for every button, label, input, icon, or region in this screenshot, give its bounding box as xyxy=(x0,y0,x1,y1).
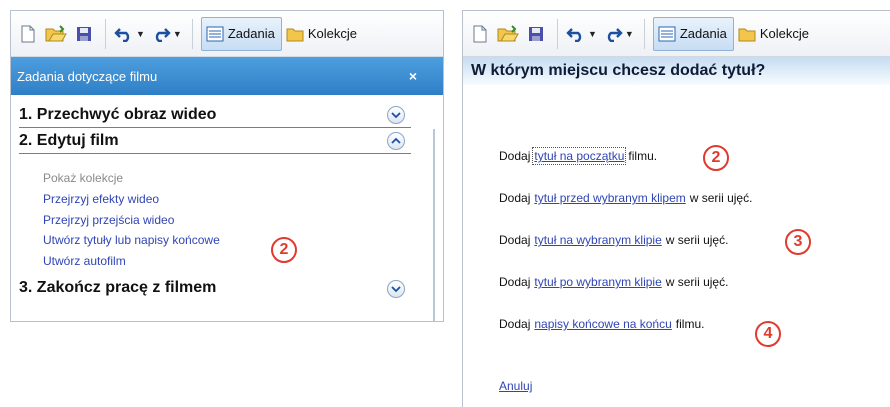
option-title-before-clip: Dodaj tytuł przed wybranym klipem w seri… xyxy=(499,191,752,233)
option-suffix: filmu. xyxy=(675,317,705,331)
task-list-icon xyxy=(658,26,676,41)
new-project-icon[interactable] xyxy=(17,19,39,49)
option-credits-at-end: Dodaj napisy końcowe na końcu filmu. xyxy=(499,317,752,359)
option-suffix: w serii ujęć. xyxy=(689,191,753,205)
undo-icon[interactable]: ▼ xyxy=(566,19,597,49)
chevron-down-icon[interactable] xyxy=(387,106,405,124)
option-suffix: w serii ujęć. xyxy=(665,275,729,289)
link-title-at-beginning[interactable]: tytuł na początku xyxy=(532,147,627,165)
task-make-automovie[interactable]: Utwórz autofilm xyxy=(43,251,443,272)
option-prefix: Dodaj xyxy=(499,149,531,163)
callout-badge: 4 xyxy=(755,321,781,347)
folder-icon xyxy=(286,28,304,41)
toolbar: ▼ ▼ Zadania Kolekcje xyxy=(11,11,443,57)
cancel-link[interactable]: Anuluj xyxy=(499,379,532,393)
option-prefix: Dodaj xyxy=(499,233,531,247)
open-project-icon[interactable] xyxy=(497,19,519,49)
redo-icon[interactable]: ▼ xyxy=(151,19,182,49)
right-panel: ▼ ▼ Zadania Kolekcje W którym miejscu ch… xyxy=(462,10,890,407)
section-title: 2. Edytuj film xyxy=(19,131,119,149)
link-title-on-clip[interactable]: tytuł na wybranym klipie xyxy=(534,233,661,247)
task-make-titles-or-credits[interactable]: Utwórz tytuły lub napisy końcowe xyxy=(43,230,443,251)
task-show-collections: Pokaż kolekcje xyxy=(43,171,124,185)
option-prefix: Dodaj xyxy=(499,275,531,289)
option-suffix: w serii ujęć. xyxy=(665,233,729,247)
collections-button-label: Kolekcje xyxy=(759,26,809,41)
link-title-after-clip[interactable]: tytuł po wybranym klipie xyxy=(534,275,661,289)
collections-button[interactable]: Kolekcje xyxy=(734,18,815,50)
task-pane-header: Zadania dotyczące filmu × xyxy=(11,57,443,95)
callout-badge: 3 xyxy=(785,229,811,255)
task-view-video-transitions[interactable]: Przejrzyj przejścia wideo xyxy=(43,210,443,231)
task-list-icon xyxy=(206,26,224,41)
save-icon[interactable] xyxy=(73,19,95,49)
toolbar-divider xyxy=(643,18,645,49)
callout-badge: 2 xyxy=(271,237,297,263)
left-panel: ▼ ▼ Zadania Kolekcje Zadania dotyczące f… xyxy=(10,10,444,322)
open-project-icon[interactable] xyxy=(45,19,67,49)
task-pane-title: Zadania dotyczące filmu xyxy=(17,68,158,84)
collections-button-label: Kolekcje xyxy=(307,26,357,41)
toolbar: ▼ ▼ Zadania Kolekcje xyxy=(463,11,890,57)
folder-icon xyxy=(738,28,756,41)
title-location-options: Dodaj tytuł na początku filmu. Dodaj tyt… xyxy=(499,147,752,359)
option-prefix: Dodaj xyxy=(499,317,531,331)
section-capture-video[interactable]: 1. Przechwyć obraz wideo xyxy=(11,102,443,127)
option-prefix: Dodaj xyxy=(499,191,531,205)
chevron-down-icon[interactable]: ▼ xyxy=(588,29,597,39)
toolbar-divider xyxy=(105,18,106,49)
task-view-video-effects[interactable]: Przejrzyj efekty wideo xyxy=(43,189,443,210)
chevron-up-icon[interactable] xyxy=(387,132,405,150)
chevron-down-icon[interactable]: ▼ xyxy=(136,29,145,39)
new-project-icon[interactable] xyxy=(469,19,491,49)
redo-icon[interactable]: ▼ xyxy=(603,19,634,49)
chevron-down-icon[interactable] xyxy=(387,279,405,298)
chevron-down-icon[interactable]: ▼ xyxy=(173,29,182,39)
toolbar-divider xyxy=(557,18,558,49)
option-title-after-clip: Dodaj tytuł po wybranym klipie w serii u… xyxy=(499,275,752,317)
toolbar-divider xyxy=(191,18,193,49)
scrollbar[interactable] xyxy=(433,129,435,321)
undo-icon[interactable]: ▼ xyxy=(114,19,145,49)
tasks-button[interactable]: Zadania xyxy=(652,16,734,51)
option-title-on-clip: Dodaj tytuł na wybranym klipie w serii u… xyxy=(499,233,752,275)
link-credits-at-end[interactable]: napisy końcowe na końcu xyxy=(534,317,671,331)
page-title: W którym miejscu chcesz dodać tytuł? xyxy=(463,57,890,85)
section-edit-movie[interactable]: 2. Edytuj film xyxy=(11,128,443,153)
callout-badge: 2 xyxy=(703,145,729,171)
chevron-down-icon[interactable]: ▼ xyxy=(625,29,634,39)
tasks-button-label: Zadania xyxy=(679,26,727,41)
collections-button[interactable]: Kolekcje xyxy=(282,18,363,50)
tasks-button[interactable]: Zadania xyxy=(200,16,282,51)
section-title: 1. Przechwyć obraz wideo xyxy=(19,105,217,123)
link-title-before-clip[interactable]: tytuł przed wybranym klipem xyxy=(534,191,685,205)
option-suffix: filmu. xyxy=(628,149,658,163)
task-list: Pokaż kolekcje Przejrzyj efekty wideo Pr… xyxy=(11,154,443,272)
section-title: 3. Zakończ pracę z filmem xyxy=(19,279,217,297)
tasks-button-label: Zadania xyxy=(227,26,275,41)
save-icon[interactable] xyxy=(525,19,547,49)
close-icon[interactable]: × xyxy=(409,68,417,84)
section-finish-movie[interactable]: 3. Zakończ pracę z filmem xyxy=(11,276,443,301)
